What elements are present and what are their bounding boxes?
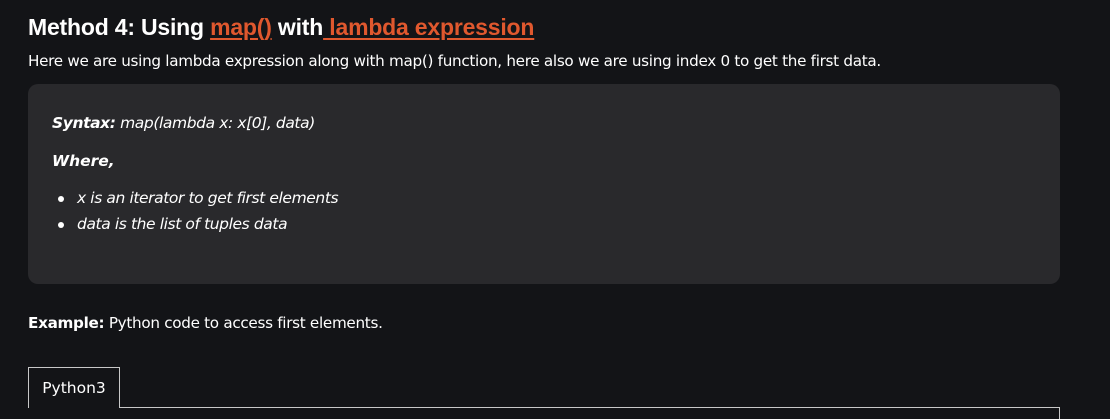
- section-heading: Method 4: Using map() with lambda expres…: [28, 12, 534, 42]
- lambda-expression-link[interactable]: lambda expression: [323, 14, 534, 40]
- heading-middle: with: [271, 14, 324, 40]
- list-item-text: x is an iterator to get first elements: [77, 189, 339, 207]
- list-item: x is an iterator to get first elements: [52, 186, 339, 212]
- syntax-line: Syntax: map(lambda x: x[0], data): [52, 112, 315, 134]
- bullet-icon: [58, 196, 64, 202]
- where-label: Where,: [52, 152, 115, 170]
- bullet-icon: [58, 222, 64, 228]
- example-line: Example: Python code to access first ele…: [28, 312, 383, 334]
- code-frame: [28, 407, 1060, 419]
- syntax-label: Syntax:: [52, 114, 116, 132]
- example-label: Example:: [28, 314, 105, 332]
- map-function-link[interactable]: map(): [210, 14, 272, 40]
- heading-prefix: Method 4: Using: [28, 14, 211, 40]
- list-item: data is the list of tuples data: [52, 212, 338, 238]
- example-text: Python code to access first elements.: [104, 314, 383, 332]
- syntax-code: map(lambda x: x[0], data): [115, 114, 315, 132]
- list-item-text: data is the list of tuples data: [77, 215, 288, 233]
- tab-python3[interactable]: Python3: [28, 367, 120, 408]
- code-block: Python3: [28, 367, 1060, 419]
- where-list: x is an iterator to get first elements d…: [52, 186, 339, 238]
- intro-paragraph: Here we are using lambda expression alon…: [28, 52, 881, 70]
